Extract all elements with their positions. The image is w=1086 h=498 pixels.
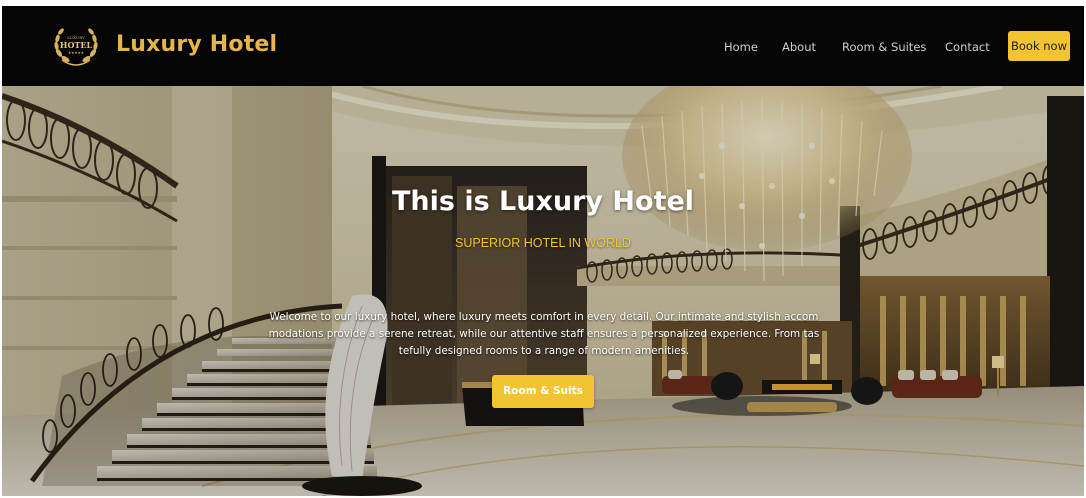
page-frame: LUXURY HOTEL ★★★★★ Luxury Hotel Home Abo… — [2, 6, 1084, 496]
hero-subtitle: SUPERIOR HOTEL IN WORLD — [455, 236, 631, 250]
nav-link-home[interactable]: Home — [724, 40, 758, 54]
brand-name[interactable]: Luxury Hotel — [116, 32, 277, 57]
nav-link-contact[interactable]: Contact — [945, 40, 990, 54]
svg-text:★★★★★: ★★★★★ — [68, 51, 84, 55]
hero-section: This is Luxury Hotel SUPERIOR HOTEL IN W… — [2, 86, 1084, 496]
svg-text:HOTEL: HOTEL — [60, 40, 93, 50]
nav-link-room-suites[interactable]: Room & Suites — [842, 40, 926, 54]
book-now-button[interactable]: Book now — [1008, 31, 1070, 61]
hotel-lobby-background-image — [2, 86, 1084, 496]
logo-crest[interactable]: LUXURY HOTEL ★★★★★ — [50, 20, 102, 72]
hero-description: Welcome to our luxury hotel, where luxur… — [268, 311, 820, 357]
laurel-crest-icon: LUXURY HOTEL ★★★★★ — [54, 28, 98, 66]
room-suits-button[interactable]: Room & Suits — [492, 375, 594, 408]
nav-link-about[interactable]: About — [782, 40, 816, 54]
hero-title: This is Luxury Hotel — [391, 186, 695, 217]
navbar: LUXURY HOTEL ★★★★★ Luxury Hotel Home Abo… — [2, 6, 1084, 86]
